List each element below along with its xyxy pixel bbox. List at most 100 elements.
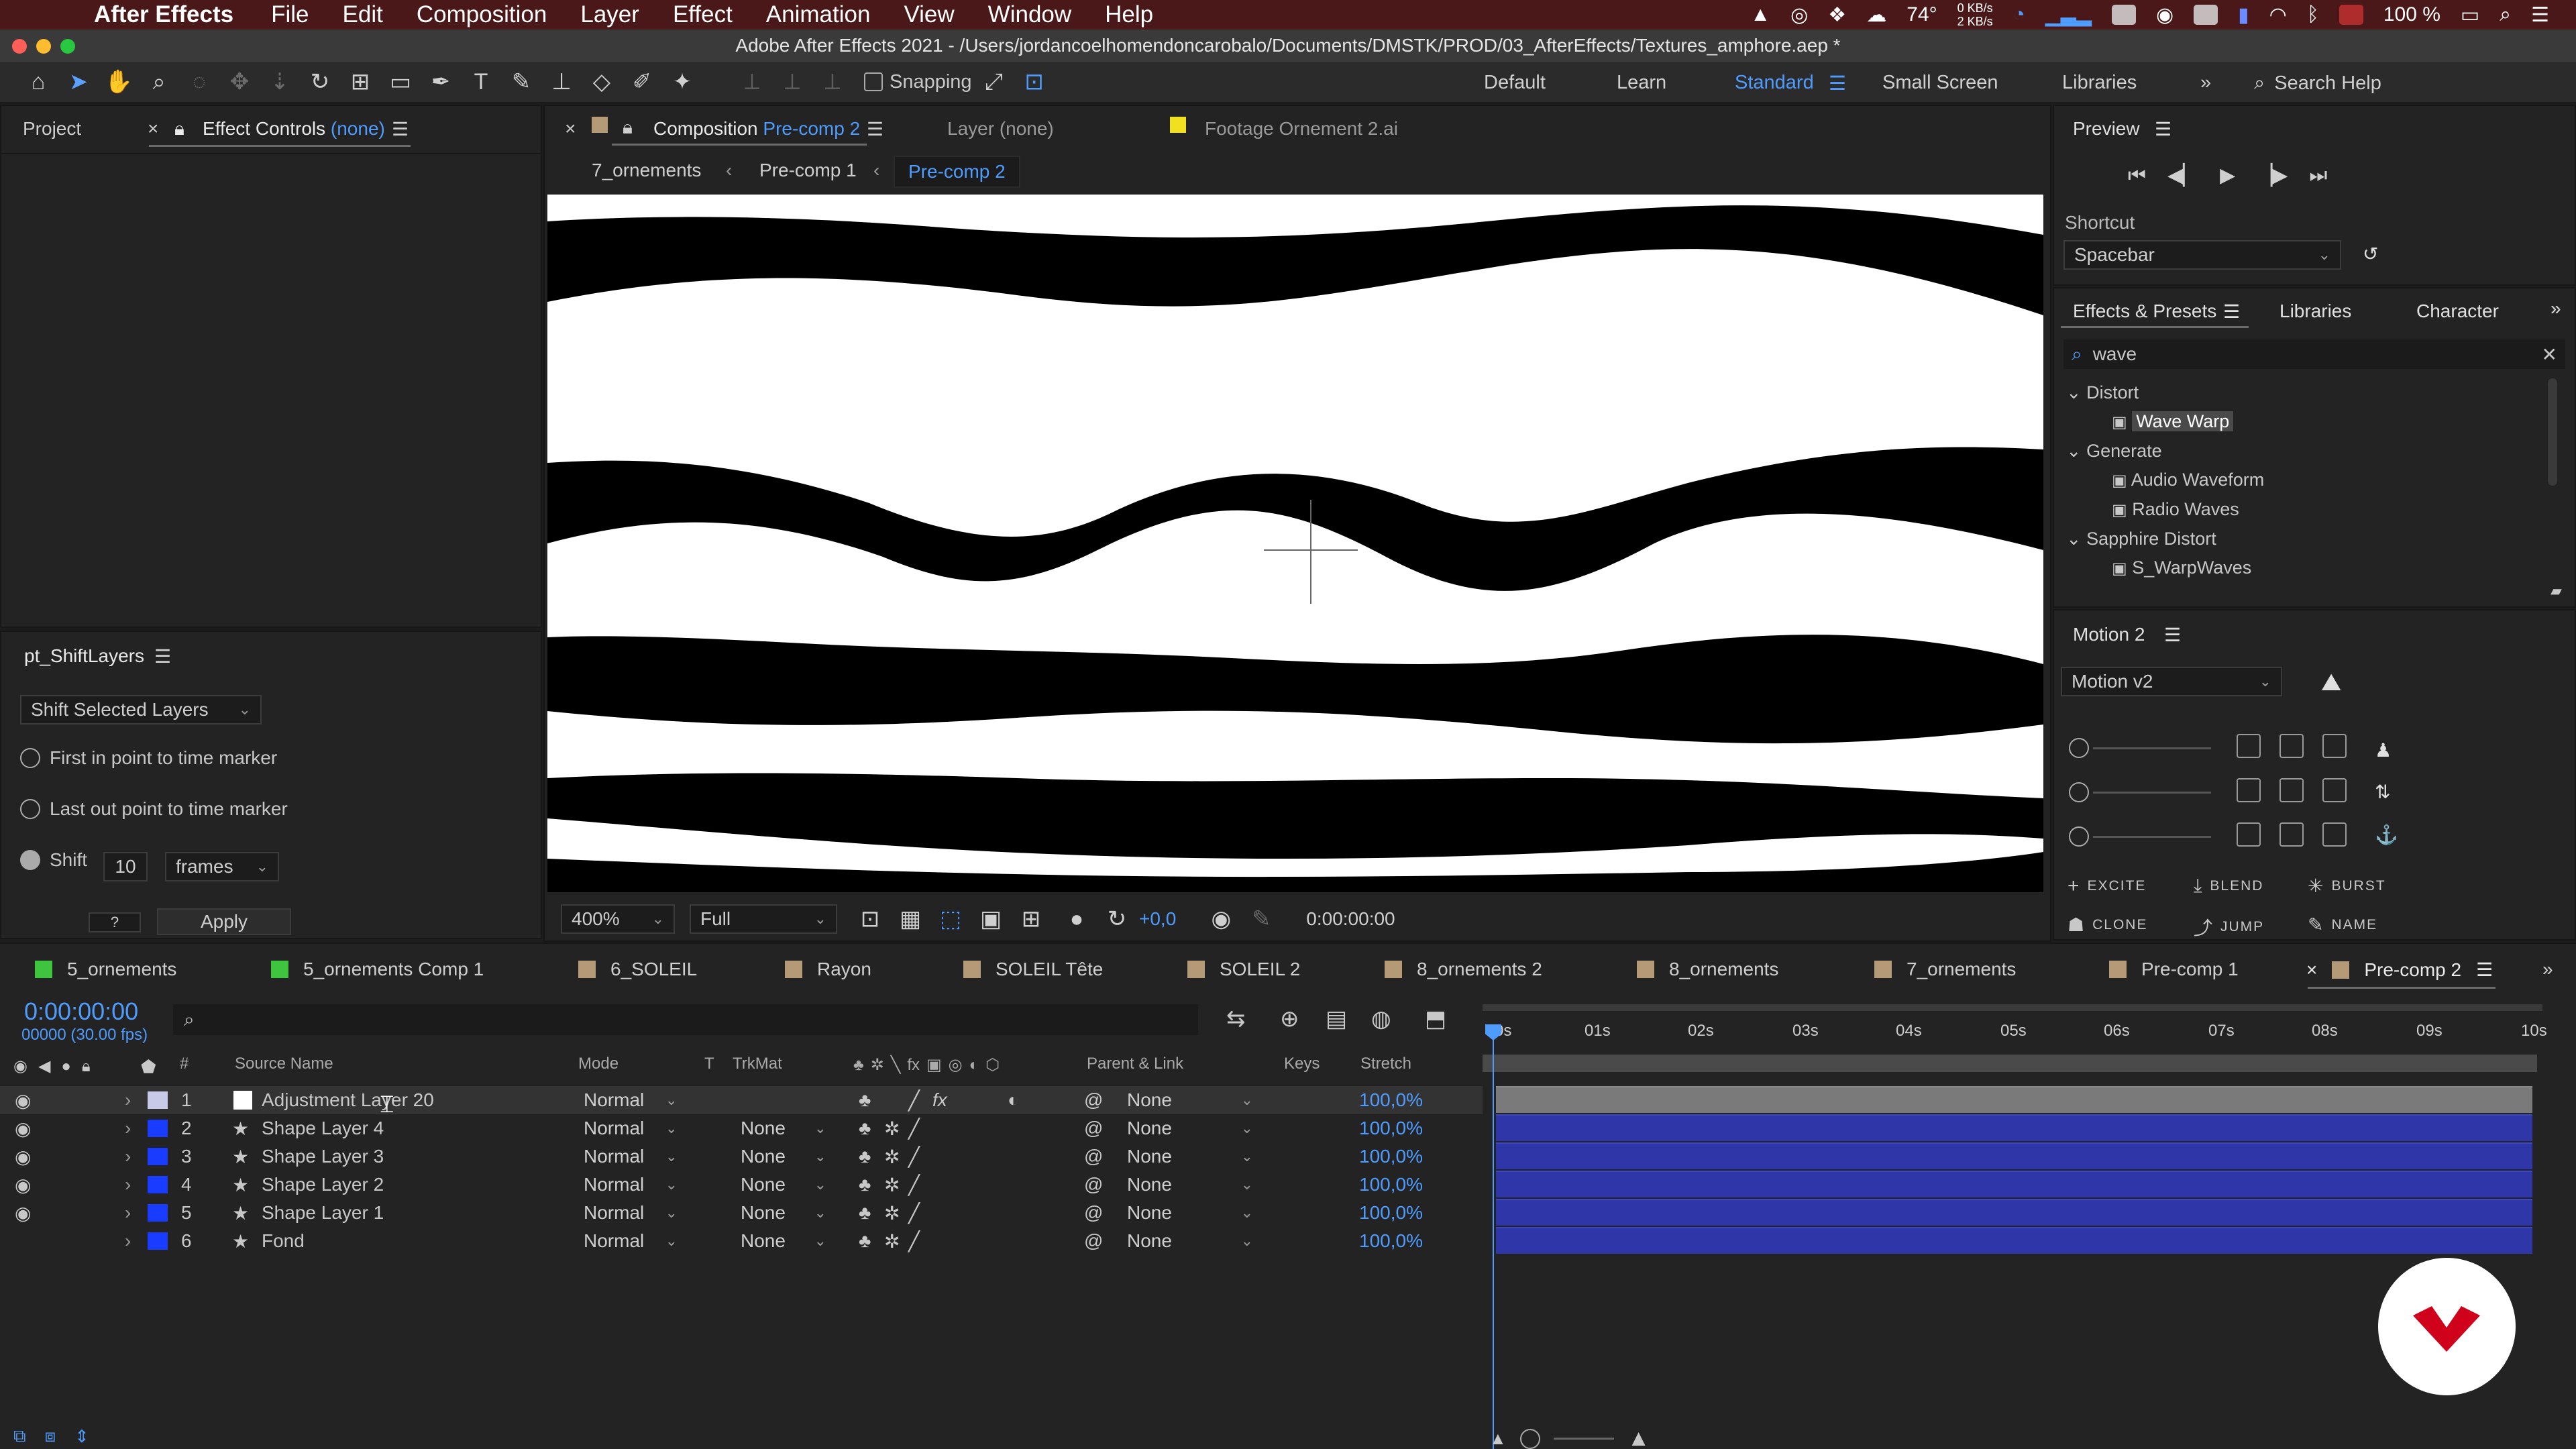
- pickwhip-icon[interactable]: @: [1084, 1118, 1103, 1139]
- menu-window[interactable]: Window: [988, 1, 1071, 28]
- close-tab-icon[interactable]: ×: [565, 118, 576, 140]
- layer-name[interactable]: Fond: [262, 1230, 305, 1252]
- adjustment-switch-icon[interactable]: ◐: [1008, 1089, 1019, 1111]
- blend-mode-dropdown[interactable]: Normal ⌄: [574, 1116, 687, 1141]
- blend-mode-dropdown[interactable]: Normal ⌄: [574, 1228, 687, 1254]
- shy-switch-icon[interactable]: ♣: [859, 1089, 871, 1111]
- timeline-tab-5-ornements-comp-1[interactable]: 5_ornements Comp 1: [271, 959, 484, 980]
- draft-3d-icon[interactable]: ⊕: [1280, 1006, 1299, 1032]
- timeline-tab-7-ornements[interactable]: 7_ornements: [1874, 959, 2016, 980]
- menu-view[interactable]: View: [904, 1, 954, 28]
- display-icon[interactable]: [2111, 5, 2136, 25]
- comp-duration-bar[interactable]: [1483, 1055, 2537, 1072]
- home-icon[interactable]: ⌂: [20, 66, 56, 97]
- header-source-name[interactable]: Source Name: [235, 1055, 333, 1073]
- breadcrumb-pre-comp-2[interactable]: Pre-comp 2: [894, 156, 1020, 188]
- zoom-tool-icon[interactable]: ⌕: [141, 66, 177, 97]
- header-t[interactable]: T: [704, 1055, 714, 1073]
- shy-icon[interactable]: ♣: [853, 1056, 864, 1075]
- apply-button[interactable]: Apply: [157, 908, 291, 935]
- orbit-camera-icon[interactable]: ◌: [181, 66, 217, 97]
- trkmat-dropdown[interactable]: None ⌄: [731, 1228, 836, 1254]
- panel-overflow-icon[interactable]: »: [2551, 298, 2561, 319]
- zoom-dropdown[interactable]: 400% ⌄: [561, 904, 675, 934]
- layer-name[interactable]: Shape Layer 1: [262, 1202, 384, 1224]
- motion-blur-icon[interactable]: ◎: [949, 1055, 963, 1075]
- layer-label-color[interactable]: [148, 1091, 168, 1109]
- layer-name[interactable]: Shape Layer 3: [262, 1146, 384, 1167]
- panel-menu-icon[interactable]: ☰: [2476, 959, 2493, 981]
- timeline-timecode[interactable]: 0:00:00:00: [24, 998, 138, 1026]
- quality-switch-icon[interactable]: ╱: [908, 1118, 920, 1140]
- label-tag-icon[interactable]: ⬟: [141, 1057, 156, 1077]
- slider-track-2[interactable]: [2093, 792, 2211, 794]
- previous-frame-icon[interactable]: ◀▏: [2167, 164, 2198, 187]
- blend-button[interactable]: ⤓ BLEND: [2194, 875, 2263, 897]
- panel-menu-icon[interactable]: ☰: [154, 645, 171, 667]
- battery-percent[interactable]: 100 %: [2383, 3, 2440, 26]
- quality-icon[interactable]: ╲: [891, 1055, 900, 1075]
- collapse-switch-icon[interactable]: ✲: [884, 1146, 900, 1168]
- tab-effect-controls[interactable]: Effect Controls (none): [203, 118, 385, 140]
- layer-name[interactable]: Shape Layer 4: [262, 1118, 384, 1139]
- fx-switch-icon[interactable]: fx: [932, 1089, 947, 1111]
- menu-help[interactable]: Help: [1105, 1, 1153, 28]
- frame-blend-icon[interactable]: ▣: [926, 1055, 942, 1075]
- clone-button[interactable]: ☗ CLONE: [2068, 914, 2147, 936]
- control-center-icon[interactable]: ☰: [2531, 3, 2549, 27]
- stretch-value[interactable]: 100,0%: [1359, 1146, 1423, 1167]
- flag-icon[interactable]: ▮: [2238, 3, 2249, 27]
- visibility-eye-icon[interactable]: ◉: [15, 1118, 31, 1140]
- pickwhip-icon[interactable]: @: [1084, 1230, 1103, 1252]
- selection-tool-icon[interactable]: ➤: [60, 66, 97, 97]
- menu-edit[interactable]: Edit: [343, 1, 383, 28]
- layer-name[interactable]: Shape Layer 2: [262, 1174, 384, 1195]
- table-row[interactable]: ◉ › 3 ★ Shape Layer 3 Normal ⌄ None ⌄ ♣ ✲ …: [0, 1142, 1483, 1171]
- stretch-value[interactable]: 100,0%: [1359, 1174, 1423, 1195]
- grid-guides-icon[interactable]: ⊞: [1013, 904, 1049, 934]
- graph-editor-icon[interactable]: ⬒: [1425, 1006, 1446, 1032]
- quality-switch-icon[interactable]: ╱: [908, 1146, 920, 1168]
- panel-menu-icon[interactable]: ☰: [392, 118, 409, 140]
- shy-switch-icon[interactable]: ♣: [859, 1230, 871, 1252]
- record-icon[interactable]: [2339, 5, 2363, 25]
- timeline-tab-soleil-tete[interactable]: SOLEIL Tête: [963, 959, 1103, 980]
- header-parent-link[interactable]: Parent & Link: [1087, 1055, 1183, 1073]
- timeline-tab-soleil-2[interactable]: SOLEIL 2: [1187, 959, 1300, 980]
- motion-version-dropdown[interactable]: Motion v2 ⌄: [2061, 667, 2282, 696]
- group-generate[interactable]: ⌄ Generate: [2066, 437, 2556, 466]
- parent-dropdown[interactable]: None ⌄: [1118, 1144, 1263, 1169]
- anchor-center-icon[interactable]: [2279, 778, 2304, 802]
- shift-unit-dropdown[interactable]: frames ⌄: [165, 852, 279, 881]
- tab-character[interactable]: Character: [2416, 301, 2499, 322]
- snap-edges-icon[interactable]: ⤢: [976, 66, 1012, 97]
- fx-icon[interactable]: fx: [907, 1056, 920, 1075]
- table-row[interactable]: ◉ › 1 Adjustment Layer 20 Normal ⌄ ♣ ╱ fx…: [0, 1086, 1483, 1114]
- timeline-tab-rayon[interactable]: Rayon: [785, 959, 871, 980]
- close-window-button[interactable]: [12, 39, 27, 54]
- axis-local-icon[interactable]: ⟂: [734, 66, 770, 97]
- slider-knob-1[interactable]: [2069, 738, 2089, 758]
- show-snapshot-icon[interactable]: ✎: [1243, 904, 1279, 934]
- trkmat-dropdown[interactable]: None ⌄: [731, 1116, 836, 1141]
- collapse-switch-icon[interactable]: ✲: [884, 1118, 900, 1140]
- name-button[interactable]: ✎ NAME: [2308, 914, 2377, 936]
- rectangle-tool-icon[interactable]: ▭: [382, 66, 419, 97]
- play-icon[interactable]: ▶: [2220, 164, 2235, 187]
- timeline-tab-pre-comp-1[interactable]: Pre-comp 1: [2109, 959, 2239, 980]
- resolution-dropdown[interactable]: Full ⌄: [690, 904, 837, 934]
- brush-tool-icon[interactable]: ✎: [503, 66, 539, 97]
- tab-composition[interactable]: Composition Pre-comp 2: [653, 118, 860, 140]
- shift-amount-input[interactable]: 10: [103, 852, 148, 881]
- viewer-timecode[interactable]: 0:00:00:00: [1306, 908, 1395, 930]
- layer-duration-bar[interactable]: [1496, 1199, 2532, 1226]
- workspace-small-screen[interactable]: Small Screen: [1882, 72, 1998, 94]
- effect-item[interactable]: ▣ Radio Waves: [2066, 495, 2556, 525]
- stretch-value[interactable]: 100,0%: [1359, 1202, 1423, 1224]
- lock-icon[interactable]: 🔒︎: [82, 1057, 91, 1076]
- type-tool-icon[interactable]: T: [463, 66, 499, 97]
- anchor-bottom-left-icon[interactable]: [2237, 822, 2261, 847]
- pie-chart-icon[interactable]: ◔: [2013, 3, 2025, 26]
- parent-dropdown[interactable]: None ⌄: [1118, 1172, 1263, 1197]
- shy-switch-icon[interactable]: ♣: [859, 1118, 871, 1139]
